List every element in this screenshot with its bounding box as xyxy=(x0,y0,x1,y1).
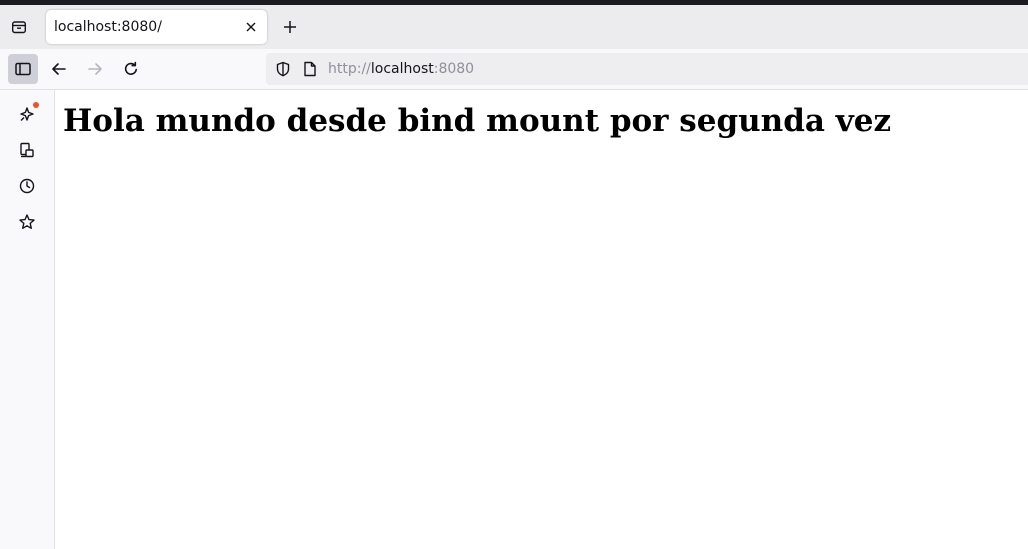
tab-title: localhost:8080/ xyxy=(54,19,162,35)
page-content: Hola mundo desde bind mount por segunda … xyxy=(55,90,1028,549)
new-tab-button[interactable] xyxy=(276,13,304,41)
reload-icon xyxy=(123,61,139,77)
tab-active[interactable]: localhost:8080/ xyxy=(46,10,267,44)
clock-icon xyxy=(18,177,36,195)
tab-list-icon xyxy=(11,19,27,35)
shield-icon xyxy=(275,61,291,77)
sidebar-ai-chatbot-button[interactable] xyxy=(12,99,42,129)
arrow-left-icon xyxy=(51,61,67,77)
url-host: localhost xyxy=(370,61,434,77)
page-info-button[interactable] xyxy=(301,60,319,78)
arrow-right-icon xyxy=(87,61,103,77)
sidebar-synced-tabs-button[interactable] xyxy=(12,135,42,165)
star-icon xyxy=(18,213,36,231)
sidebar-history-button[interactable] xyxy=(12,171,42,201)
devices-icon xyxy=(18,141,36,159)
back-button[interactable] xyxy=(44,54,74,84)
url-text[interactable]: http://localhost:8080 xyxy=(328,53,474,85)
page-icon xyxy=(303,61,317,77)
notification-dot xyxy=(33,102,39,108)
sparkle-icon xyxy=(18,105,36,123)
reload-button[interactable] xyxy=(116,54,146,84)
browser-window: localhost:8080/ http://localhost:8080 Ho… xyxy=(0,0,1028,549)
tab-close-button[interactable] xyxy=(241,17,261,37)
page-heading: Hola mundo desde bind mount por segunda … xyxy=(63,103,892,139)
forward-button[interactable] xyxy=(80,54,110,84)
sidebar-toggle-button[interactable] xyxy=(8,54,38,84)
tracking-protection-button[interactable] xyxy=(274,60,292,78)
sidebar-icon xyxy=(15,62,31,76)
url-port: :8080 xyxy=(433,61,475,77)
navigation-toolbar: http://localhost:8080 xyxy=(0,49,1028,90)
tab-list-button[interactable] xyxy=(4,13,34,41)
address-bar[interactable]: http://localhost:8080 xyxy=(266,53,1028,85)
close-icon xyxy=(245,21,257,33)
plus-icon xyxy=(283,20,297,34)
tab-strip: localhost:8080/ xyxy=(0,5,1028,49)
sidebar-bookmarks-button[interactable] xyxy=(12,207,42,237)
sidebar xyxy=(0,90,55,549)
url-scheme: http:// xyxy=(328,61,371,77)
